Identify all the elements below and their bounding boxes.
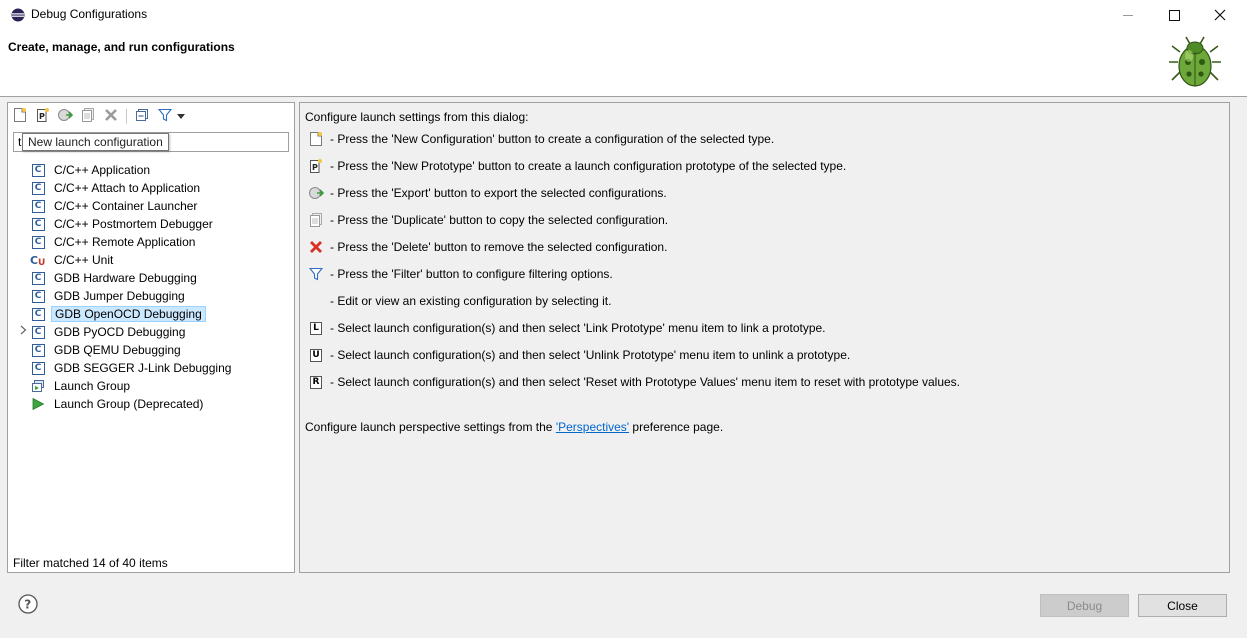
filter-icon	[157, 108, 173, 125]
tree-toolbar: P	[8, 103, 294, 129]
eclipse-icon	[11, 8, 25, 22]
new-prototype-icon: P	[308, 158, 324, 174]
maximize-button[interactable]	[1151, 0, 1197, 30]
new-prototype-button[interactable]: P	[34, 107, 52, 125]
link-prototype-icon: L	[308, 320, 324, 336]
info-row-unlink-prototype: U - Select launch configuration(s) and t…	[308, 346, 850, 364]
c-app-icon: C	[30, 324, 46, 340]
svg-text:P: P	[312, 163, 318, 172]
close-window-button[interactable]	[1197, 0, 1243, 30]
info-row-delete: - Press the 'Delete' button to remove th…	[308, 238, 667, 256]
header-banner: Create, manage, and run configurations	[0, 30, 1247, 97]
tree-item-launch-group-deprecated[interactable]: Launch Group (Deprecated)	[30, 395, 206, 413]
chevron-down-icon	[177, 109, 185, 123]
delete-icon	[104, 108, 118, 125]
info-row-edit-existing: - Edit or view an existing configuration…	[330, 294, 612, 308]
close-button[interactable]: Close	[1138, 594, 1227, 617]
reset-prototype-icon: R	[308, 374, 324, 390]
filter-status-text: Filter matched 14 of 40 items	[13, 556, 168, 570]
toolbar-separator	[126, 109, 127, 124]
c-app-icon: C	[30, 198, 46, 214]
c-app-icon: C	[30, 306, 46, 322]
export-icon	[57, 107, 74, 126]
c-app-icon: C	[30, 234, 46, 250]
tree-item-gdb-hardware[interactable]: C GDB Hardware Debugging	[30, 269, 200, 287]
info-row-new-configuration: - Press the 'New Configuration' button t…	[308, 130, 774, 148]
dialog-heading: Create, manage, and run configurations	[8, 40, 235, 54]
help-icon[interactable]: ?	[18, 594, 38, 614]
info-row-new-prototype: P - Press the 'New Prototype' button to …	[308, 157, 846, 175]
tree-item-cpp-postmortem[interactable]: C C/C++ Postmortem Debugger	[30, 215, 216, 233]
c-app-icon: C	[30, 216, 46, 232]
filter-icon	[308, 266, 324, 282]
new-launch-configuration-tooltip: New launch configuration	[22, 133, 169, 151]
collapse-all-icon	[135, 108, 149, 125]
new-configuration-button[interactable]	[11, 107, 29, 125]
launch-group-icon	[30, 378, 46, 394]
svg-text:C: C	[30, 254, 38, 267]
tree-item-gdb-jumper[interactable]: C GDB Jumper Debugging	[30, 287, 188, 305]
window-title: Debug Configurations	[31, 7, 148, 21]
duplicate-button[interactable]	[79, 107, 97, 125]
debug-button[interactable]: Debug	[1040, 594, 1129, 617]
c-app-icon: C	[30, 162, 46, 178]
new-config-icon	[13, 107, 27, 126]
info-row-duplicate: - Press the 'Duplicate' button to copy t…	[308, 211, 668, 229]
duplicate-icon	[308, 212, 324, 228]
tree-item-cpp-unit[interactable]: CU C/C++ Unit	[30, 251, 116, 269]
delete-button[interactable]	[102, 107, 120, 125]
new-prototype-icon: P	[36, 107, 50, 126]
info-row-export: - Press the 'Export' button to export th…	[308, 184, 667, 202]
export-button[interactable]	[56, 107, 74, 125]
dialog-content: P t New launch configuration C C/C++ App…	[0, 97, 1247, 577]
tree-item-cpp-application[interactable]: C C/C++ Application	[30, 161, 153, 179]
perspectives-line: Configure launch perspective settings fr…	[305, 420, 724, 434]
c-app-icon: C	[30, 360, 46, 376]
c-app-icon: C	[30, 342, 46, 358]
run-icon	[30, 396, 46, 412]
c-app-icon: C	[30, 270, 46, 286]
configuration-tree-panel: P t New launch configuration C C/C++ App…	[7, 102, 295, 573]
tree-item-gdb-qemu[interactable]: C GDB QEMU Debugging	[30, 341, 184, 359]
tree-item-launch-group[interactable]: Launch Group	[30, 377, 133, 395]
unlink-prototype-icon: U	[308, 347, 324, 363]
c-app-icon: C	[30, 288, 46, 304]
tree-item-cpp-attach[interactable]: C C/C++ Attach to Application	[30, 179, 203, 197]
tree-item-cpp-container-launcher[interactable]: C C/C++ Container Launcher	[30, 197, 200, 215]
tree-item-gdb-openocd[interactable]: C GDB OpenOCD Debugging	[30, 305, 206, 323]
tree-item-gdb-pyocd[interactable]: C GDB PyOCD Debugging	[30, 323, 188, 341]
c-unit-icon: CU	[30, 252, 46, 268]
collapse-all-button[interactable]	[133, 107, 151, 125]
expand-chevron-icon[interactable]	[18, 321, 28, 339]
svg-text:U: U	[38, 258, 45, 267]
svg-text:?: ?	[24, 598, 31, 612]
info-row-link-prototype: L - Select launch configuration(s) and t…	[308, 319, 826, 337]
info-row-reset-prototype: R - Select launch configuration(s) and t…	[308, 373, 960, 391]
new-config-icon	[308, 131, 324, 147]
tree-item-gdb-segger-jlink[interactable]: C GDB SEGGER J-Link Debugging	[30, 359, 234, 377]
minimize-button[interactable]	[1105, 0, 1151, 30]
bug-icon	[1166, 34, 1224, 92]
duplicate-icon	[81, 107, 95, 126]
export-icon	[308, 185, 324, 201]
info-panel: Configure launch settings from this dial…	[299, 102, 1230, 573]
svg-text:P: P	[39, 112, 45, 121]
info-row-filter: - Press the 'Filter' button to configure…	[308, 265, 613, 283]
tree-item-cpp-remote-application[interactable]: C C/C++ Remote Application	[30, 233, 198, 251]
filter-button[interactable]	[156, 107, 174, 125]
delete-icon	[308, 239, 324, 255]
c-app-icon: C	[30, 180, 46, 196]
dialog-footer: ? Debug Close	[0, 577, 1247, 638]
perspectives-link[interactable]: 'Perspectives'	[556, 420, 629, 434]
intro-text: Configure launch settings from this dial…	[305, 110, 529, 124]
title-bar: Debug Configurations	[0, 0, 1247, 30]
filter-menu-button[interactable]	[175, 107, 187, 125]
